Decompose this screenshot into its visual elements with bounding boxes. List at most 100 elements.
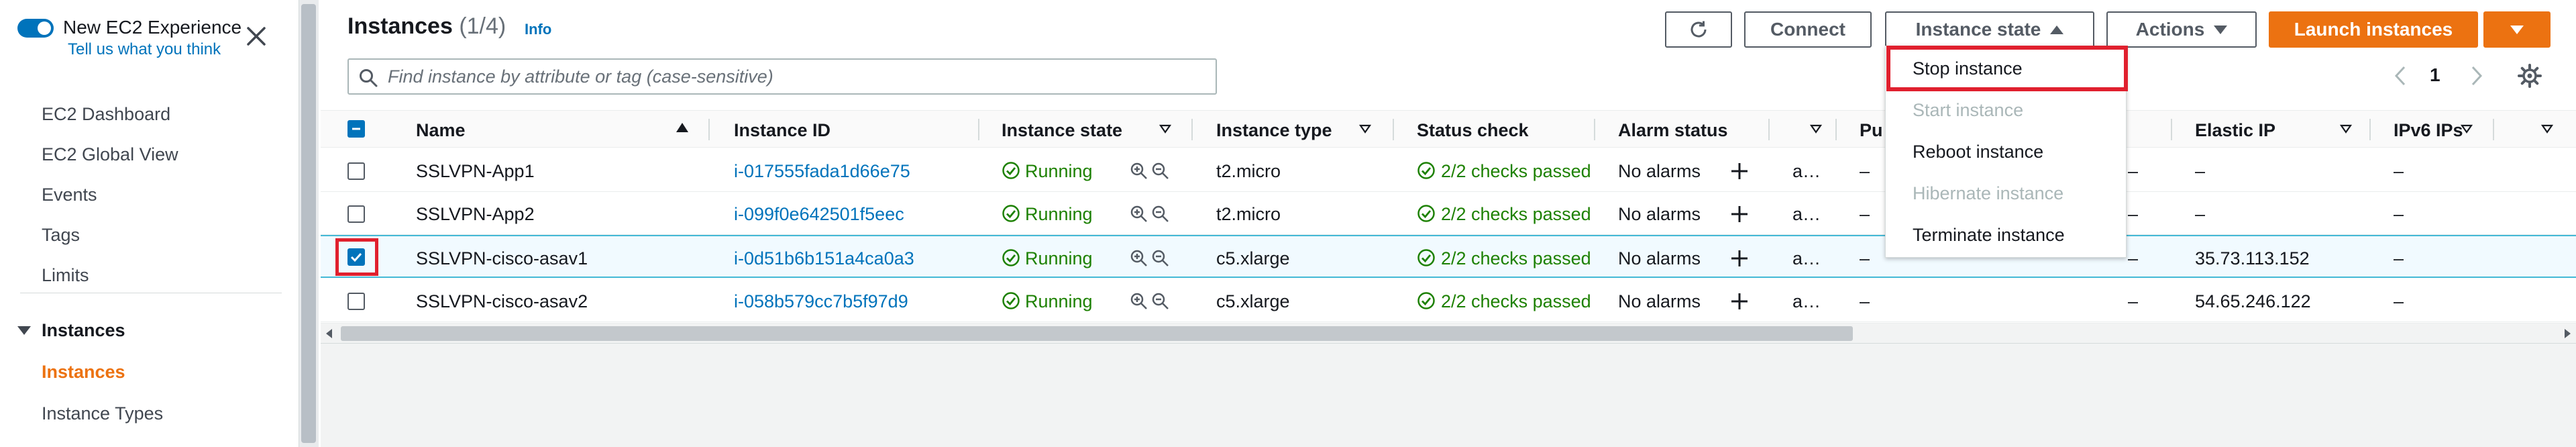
table-header: Name Instance ID Instance state Instance… xyxy=(321,110,2576,148)
public-dns-value: – xyxy=(1860,161,1870,181)
gear-icon[interactable] xyxy=(2517,63,2542,89)
status-check-value: 2/2 checks passed xyxy=(1441,291,1590,311)
close-icon[interactable] xyxy=(244,24,268,48)
instance-type-value: c5.xlarge xyxy=(1216,248,1290,268)
plus-icon[interactable] xyxy=(1729,248,1750,268)
menu-item-reboot-instance[interactable]: Reboot instance xyxy=(1913,142,2043,162)
column-divider[interactable] xyxy=(708,119,710,140)
nav-limits[interactable]: Limits xyxy=(42,265,89,286)
instance-name: SSLVPN-cisco-asav2 xyxy=(416,291,588,311)
table-scrollbar-thumb[interactable] xyxy=(341,326,1853,341)
zoom-out-icon[interactable] xyxy=(1151,162,1170,181)
menu-item-hibernate-instance: Hibernate instance xyxy=(1913,183,2064,203)
filter-icon[interactable] xyxy=(2340,124,2352,134)
launch-options-button[interactable] xyxy=(2483,11,2551,48)
actions-button[interactable]: Actions xyxy=(2106,11,2257,48)
column-divider[interactable] xyxy=(2369,119,2371,140)
column-divider[interactable] xyxy=(1393,119,1394,140)
column-divider[interactable] xyxy=(1768,119,1770,140)
column-header-name[interactable]: Name xyxy=(416,120,466,141)
feedback-link[interactable]: Tell us what you think xyxy=(68,40,221,59)
column-divider[interactable] xyxy=(1835,119,1837,140)
plus-icon[interactable] xyxy=(1729,204,1750,224)
elastic-ip-value: 54.65.246.122 xyxy=(2195,291,2311,311)
check-circle-icon xyxy=(1002,205,1020,222)
refresh-button[interactable] xyxy=(1665,11,1732,48)
chevron-right-icon[interactable] xyxy=(2466,64,2486,87)
zoom-out-icon[interactable] xyxy=(1151,292,1170,311)
row-checkbox[interactable] xyxy=(347,205,365,223)
column-divider[interactable] xyxy=(1191,119,1193,140)
column-header-status-check[interactable]: Status check xyxy=(1417,120,1529,141)
new-experience-toggle[interactable] xyxy=(17,19,54,38)
page-title: Instances (1/4) xyxy=(347,13,506,40)
caret-down-icon[interactable] xyxy=(17,326,31,335)
instance-state-value: Running xyxy=(1025,204,1093,224)
filter-icon[interactable] xyxy=(2541,124,2553,134)
column-divider[interactable] xyxy=(978,119,979,140)
select-all-checkbox[interactable] xyxy=(347,120,365,138)
table-row[interactable]: SSLVPN-App1 i-017555fada1d66e75 Running … xyxy=(321,149,2576,192)
alarm-status-value: No alarms xyxy=(1618,204,1701,224)
column-divider[interactable] xyxy=(2171,119,2172,140)
table-row-selected[interactable]: SSLVPN-cisco-asav1 i-0d51b6b151a4ca0a3 R… xyxy=(321,235,2576,278)
info-link[interactable]: Info xyxy=(525,21,551,38)
nav-ec2-global-view[interactable]: EC2 Global View xyxy=(42,144,178,165)
instance-id-link[interactable]: i-017555fada1d66e75 xyxy=(734,161,910,182)
nav-instance-types[interactable]: Instance Types xyxy=(42,403,163,424)
instance-id-link[interactable]: i-0d51b6b151a4ca0a3 xyxy=(734,248,914,269)
elastic-ip-value: – xyxy=(2195,161,2206,181)
filter-icon[interactable] xyxy=(1810,124,1822,134)
nav-ec2-dashboard[interactable]: EC2 Dashboard xyxy=(42,104,170,125)
column-divider[interactable] xyxy=(2493,119,2494,140)
zoom-in-icon[interactable] xyxy=(1130,162,1148,181)
zoom-out-icon[interactable] xyxy=(1151,249,1170,268)
instance-id-link[interactable]: i-099f0e642501f5eec xyxy=(734,204,904,225)
row-checkbox[interactable] xyxy=(347,293,365,310)
table-row[interactable]: SSLVPN-App2 i-099f0e642501f5eec Running … xyxy=(321,192,2576,235)
instance-state-value: Running xyxy=(1025,161,1093,181)
zoom-in-icon[interactable] xyxy=(1130,292,1148,311)
filter-icon[interactable] xyxy=(1159,124,1171,134)
column-header-alarm-status[interactable]: Alarm status xyxy=(1618,120,1728,141)
nav-tags[interactable]: Tags xyxy=(42,225,80,246)
zoom-out-icon[interactable] xyxy=(1151,205,1170,224)
scroll-right-arrow-icon[interactable] xyxy=(2565,329,2571,338)
table-row[interactable]: SSLVPN-cisco-asav2 i-058b579cc7b5f97d9 R… xyxy=(321,279,2576,322)
instance-name: SSLVPN-App1 xyxy=(416,161,535,181)
column-header-elastic-ip[interactable]: Elastic IP xyxy=(2195,120,2275,141)
check-circle-icon xyxy=(1417,205,1435,222)
search-input[interactable] xyxy=(388,64,1193,89)
caret-down-icon xyxy=(2510,25,2524,34)
chevron-left-icon[interactable] xyxy=(2391,64,2411,87)
column-header-public[interactable]: Pu xyxy=(1860,120,1883,141)
nav-events[interactable]: Events xyxy=(42,185,97,205)
row-checkbox[interactable] xyxy=(347,162,365,180)
column-header-instance-type[interactable]: Instance type xyxy=(1216,120,1332,141)
menu-item-terminate-instance[interactable]: Terminate instance xyxy=(1913,225,2065,246)
public-ip-value: – xyxy=(2128,248,2139,268)
zoom-in-icon[interactable] xyxy=(1130,205,1148,224)
launch-instances-button[interactable]: Launch instances xyxy=(2269,11,2478,48)
plus-icon[interactable] xyxy=(1729,161,1750,181)
sort-ascending-icon[interactable] xyxy=(676,123,688,132)
elastic-ip-value: 35.73.113.152 xyxy=(2195,248,2310,268)
menu-item-start-instance: Start instance xyxy=(1913,100,2024,120)
nav-instances[interactable]: Instances xyxy=(42,362,125,383)
column-header-instance-state[interactable]: Instance state xyxy=(1002,120,1122,141)
zoom-in-icon[interactable] xyxy=(1130,249,1148,268)
instance-state-button[interactable]: Instance state xyxy=(1885,11,2094,48)
column-header-ipv6-ips[interactable]: IPv6 IPs xyxy=(2394,120,2463,141)
sidebar-scrollbar-thumb[interactable] xyxy=(301,4,316,443)
scroll-left-arrow-icon[interactable] xyxy=(326,329,332,338)
page-number[interactable]: 1 xyxy=(2430,64,2440,86)
column-divider[interactable] xyxy=(1594,119,1595,140)
connect-button[interactable]: Connect xyxy=(1744,11,1872,48)
column-header-instance-id[interactable]: Instance ID xyxy=(734,120,830,141)
filter-icon[interactable] xyxy=(1359,124,1371,134)
instance-state-value: Running xyxy=(1025,291,1093,311)
plus-icon[interactable] xyxy=(1729,291,1750,311)
instance-id-link[interactable]: i-058b579cc7b5f97d9 xyxy=(734,291,908,312)
nav-section-instances[interactable]: Instances xyxy=(42,320,125,341)
table-horizontal-scrollbar[interactable] xyxy=(321,323,2576,343)
